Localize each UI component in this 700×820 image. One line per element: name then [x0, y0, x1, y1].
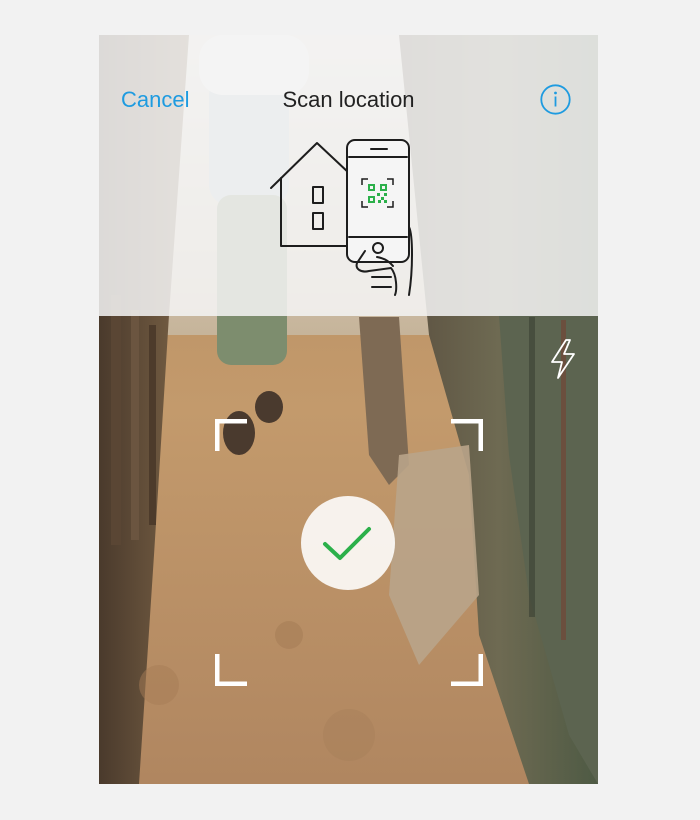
info-icon[interactable] — [540, 84, 571, 115]
checkmark-icon — [323, 527, 371, 560]
flash-icon[interactable] — [549, 338, 577, 380]
house-phone-qr-icon — [270, 139, 413, 296]
page-title: Scan location — [282, 87, 415, 112]
camera-viewfinder: Cancel Scan location — [99, 35, 598, 784]
scan-success-badge — [301, 496, 395, 590]
